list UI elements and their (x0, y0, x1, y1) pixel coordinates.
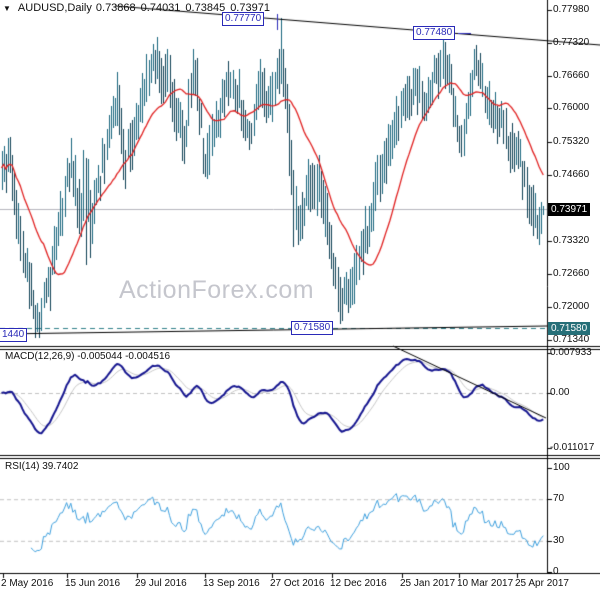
peak2-price-annotation[interactable]: 0.77480 (413, 26, 456, 40)
ohlc-low-value: 0.73845 (185, 2, 226, 14)
date-axis-label: 25 Jan 2017 (400, 578, 456, 589)
date-axis-label: 27 Oct 2016 (270, 578, 325, 589)
date-axis-label: 10 Mar 2017 (457, 578, 514, 589)
date-axis-label: 25 Apr 2017 (515, 578, 569, 589)
support-price-annotation[interactable]: 0.71580 (291, 321, 334, 335)
date-axis-label: 13 Sep 2016 (203, 578, 260, 589)
macd-axis-label: -0.011017 (550, 442, 595, 453)
rsi-value: 39.7402 (42, 461, 79, 472)
symbol-timeframe-label: AUDUSD,Daily (17, 2, 92, 14)
date-axis-label: 2 May 2016 (1, 578, 54, 589)
rsi-axis-label: 100 (553, 462, 570, 473)
price-axis-label: 0.71340 (553, 334, 590, 345)
date-axis-label: 15 Jun 2016 (65, 578, 121, 589)
rsi-axis-label: 0 (553, 566, 559, 577)
macd-value-2: -0.004516 (125, 351, 171, 362)
price-axis-label: 0.76660 (553, 70, 590, 81)
macd-axis-label: 0.007933 (550, 347, 592, 358)
ohlc-open-value: 0.73868 (95, 2, 136, 14)
support-price-axis-flag: 0.71580 (548, 321, 591, 335)
price-axis-label: 0.72000 (553, 301, 590, 312)
current-price-axis-flag: 0.73971 (548, 202, 591, 216)
price-axis-label: 0.72660 (553, 268, 590, 279)
price-axis-label: 0.74660 (553, 169, 590, 180)
ohlc-high-value: 0.74031 (140, 2, 181, 14)
rsi-indicator-label: RSI(14) 39.7402 (5, 461, 79, 472)
price-axis-label: 0.76000 (553, 102, 590, 113)
macd-axis-label: 0.00 (550, 387, 570, 398)
peak1-price-annotation[interactable]: 0.77770 (222, 12, 265, 26)
trading-chart-window: ▼ AUDUSD,Daily 0.73868 0.74031 0.73845 0… (0, 0, 600, 600)
price-axis-label: 0.77320 (553, 37, 590, 48)
price-axis-label: 0.75320 (553, 136, 590, 147)
macd-value-1: -0.005044 (77, 351, 123, 362)
rsi-axis-label: 30 (553, 535, 565, 546)
price-axis-label: 0.77980 (553, 4, 590, 15)
rsi-axis-label: 70 (553, 493, 565, 504)
price-axis-label: 0.73320 (553, 235, 590, 246)
symbol-dropdown-icon[interactable]: ▼ (3, 4, 11, 13)
left-line-annotation[interactable]: 1440 (0, 328, 28, 342)
watermark: ActionForex.com (119, 276, 315, 304)
date-axis-label: 12 Dec 2016 (330, 578, 387, 589)
date-axis-label: 29 Jul 2016 (135, 578, 187, 589)
macd-indicator-label: MACD(12,26,9) -0.005044 -0.004516 (5, 351, 171, 362)
